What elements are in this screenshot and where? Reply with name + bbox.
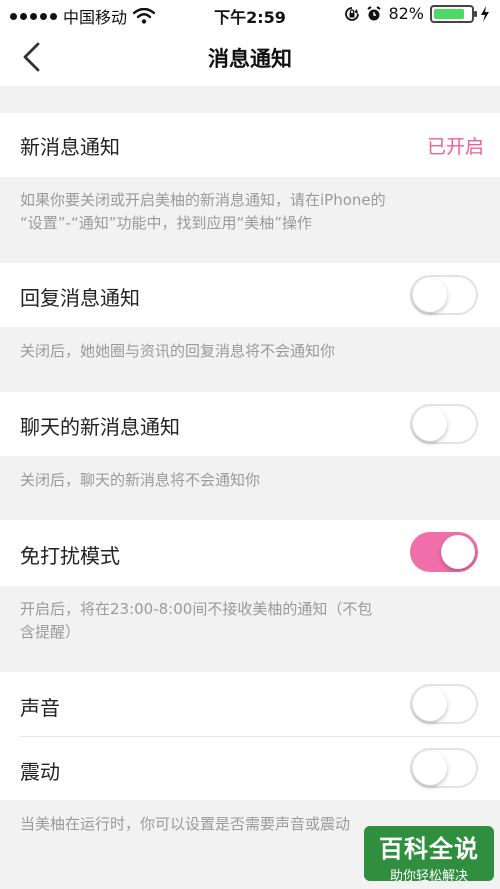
reply-notification-row: 回复消息通知 [0, 263, 500, 327]
toggle-knob [413, 407, 447, 441]
do-not-disturb-label: 免打扰模式 [20, 544, 120, 568]
dnd-desc-line2: 含提醒） [20, 623, 81, 641]
new-message-description: 如果你要关闭或开启美柚的新消息通知，请在iPhone的 “设置”-“通知”功能中… [20, 189, 482, 235]
do-not-disturb-row: 免打扰模式 [0, 520, 500, 586]
new-message-status: 已开启 [426, 136, 484, 158]
status-bar: 中国移动 下午2:59 82% [0, 0, 500, 28]
sound-toggle[interactable] [410, 684, 478, 724]
dnd-desc-line1: 开启后，将在23:00-8:00间不接收美柚的通知（不包 [20, 600, 373, 618]
page-title: 消息通知 [208, 47, 292, 71]
battery-icon [430, 4, 477, 23]
new-message-desc-line2: “设置”-“通知”功能中，找到应用“美柚”操作 [20, 214, 313, 232]
alarm-icon [367, 5, 381, 20]
chat-notification-label: 聊天的新消息通知 [20, 415, 180, 439]
reply-notification-label: 回复消息通知 [20, 286, 140, 310]
navigation-bar: 消息通知 [0, 28, 500, 86]
rotation-lock-icon [345, 6, 360, 21]
vibrate-toggle[interactable] [410, 748, 478, 788]
battery-fill [434, 8, 464, 19]
toggle-knob [413, 751, 447, 785]
watermark-sub-text: 助你轻松解决 [389, 869, 468, 884]
do-not-disturb-toggle[interactable] [410, 532, 478, 572]
watermark-main-text: 百科全说 [379, 835, 479, 863]
sound-label: 声音 [20, 696, 60, 720]
new-message-row[interactable]: 新消息通知 已开启 [0, 113, 500, 177]
reply-notification-description: 关闭后，她她圈与资讯的回复消息将不会通知你 [20, 342, 336, 360]
reply-notification-toggle[interactable] [410, 275, 478, 315]
charging-bolt-icon [481, 5, 489, 22]
row-divider [20, 736, 500, 737]
new-message-desc-line1: 如果你要关闭或开启美柚的新消息通知，请在iPhone的 [20, 191, 386, 209]
do-not-disturb-description: 开启后，将在23:00-8:00间不接收美柚的通知（不包 含提醒） [20, 598, 482, 644]
chat-notification-row: 聊天的新消息通知 [0, 392, 500, 456]
watermark-logo: 百科全说 助你轻松解决 [364, 826, 494, 884]
toggle-knob [413, 687, 447, 721]
toggle-knob [441, 535, 475, 569]
vibrate-label: 震动 [20, 760, 60, 784]
status-right: 82% [344, 4, 490, 23]
new-message-label: 新消息通知 [20, 135, 120, 159]
chat-notification-toggle[interactable] [410, 404, 478, 444]
sound-vibrate-group: 声音 震动 [0, 672, 500, 800]
chat-notification-description: 关闭后，聊天的新消息将不会通知你 [20, 471, 261, 489]
battery-percent: 82% [388, 4, 424, 23]
toggle-knob [413, 278, 447, 312]
